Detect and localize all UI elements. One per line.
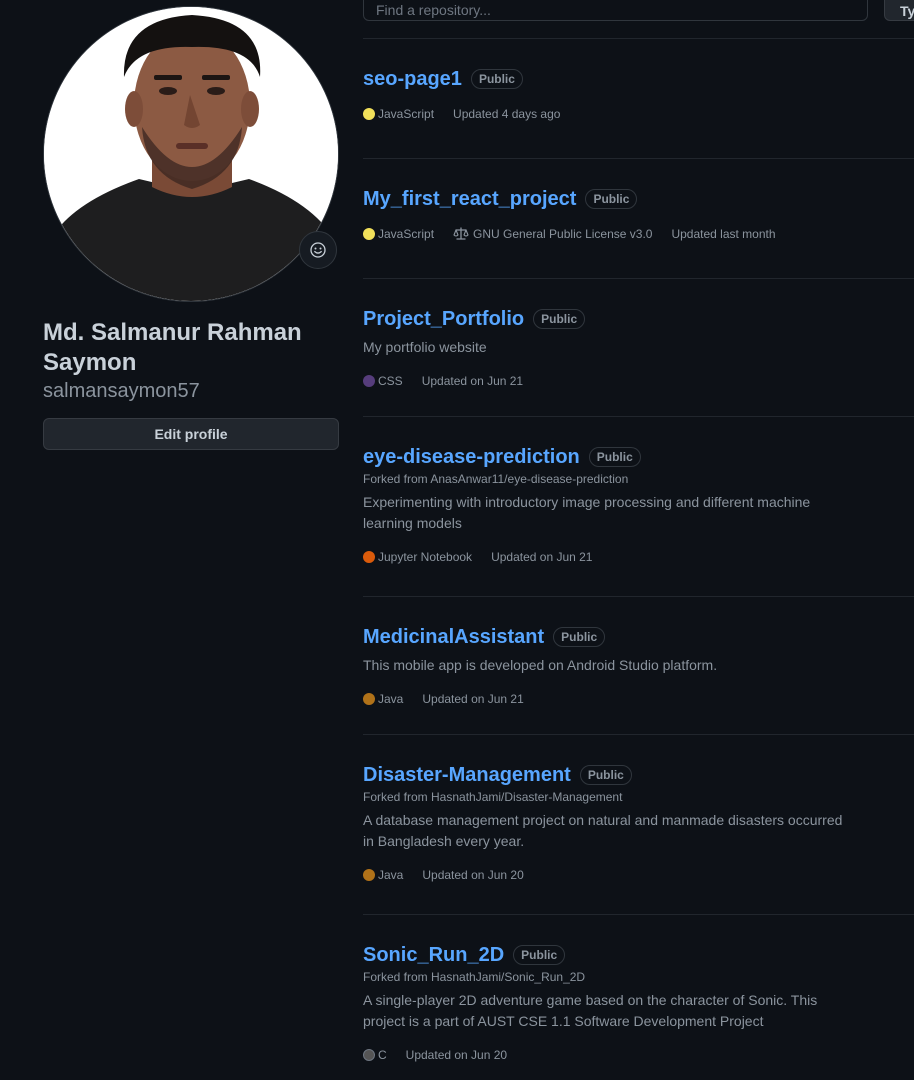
divider [363, 596, 914, 597]
repo-item: Sonic_Run_2D Public Forked from HasnathJ… [363, 943, 914, 1064]
repositories-panel: Ty seo-page1 Public JavaScript Updated 4… [363, 0, 914, 1080]
updated-time: Updated on Jun 21 [421, 374, 524, 388]
language-label: CSS [378, 374, 403, 388]
divider [363, 158, 914, 159]
law-scale-icon [453, 227, 469, 240]
divider [363, 278, 914, 279]
repo-license[interactable]: GNU General Public License v3.0 [453, 226, 652, 242]
forked-from: Forked from AnasAnwar11/eye-disease-pred… [363, 471, 914, 487]
profile-username: salmansaymon57 [43, 380, 200, 402]
updated-time: Updated on Jun 20 [422, 868, 524, 882]
language-color-dot [363, 693, 375, 705]
language-color-dot [363, 228, 375, 240]
repo-description: My portfolio website [363, 339, 487, 355]
repo-description: Experimenting with introductory image pr… [363, 494, 811, 531]
repo-language: Java [363, 868, 403, 882]
language-label: JavaScript [378, 107, 435, 121]
repo-description: A single-player 2D adventure game based … [363, 992, 818, 1029]
visibility-badge: Public [553, 627, 606, 647]
language-label: Java [378, 868, 404, 882]
license-label: GNU General Public License v3.0 [473, 227, 653, 241]
repo-language: JavaScript [363, 227, 434, 241]
find-repository-input[interactable] [363, 0, 868, 21]
repo-item: Disaster-Management Public Forked from H… [363, 763, 914, 884]
repo-language: C [363, 1048, 387, 1062]
repo-name-link[interactable]: Disaster-Management [363, 764, 571, 787]
repo-item: My_first_react_project Public JavaScript… [363, 187, 914, 243]
updated-time: Updated on Jun 20 [405, 1048, 508, 1062]
smiley-icon [310, 242, 326, 258]
repo-item: Project_Portfolio Public My portfolio we… [363, 307, 914, 390]
divider [363, 914, 914, 915]
forked-from-prefix: Forked from [363, 790, 432, 804]
repo-name-link[interactable]: Project_Portfolio [363, 308, 524, 331]
repo-language: Java [363, 692, 403, 706]
language-color-dot [363, 869, 375, 881]
fork-source-link[interactable]: HasnathJami/Disaster-Management [431, 790, 622, 804]
visibility-badge: Public [533, 309, 586, 329]
repo-name-link[interactable]: seo-page1 [363, 68, 462, 91]
language-label: JavaScript [378, 227, 435, 241]
language-label: Java [378, 692, 404, 706]
edit-profile-button[interactable]: Edit profile [43, 418, 339, 450]
repo-language: JavaScript [363, 107, 434, 121]
forked-from-prefix: Forked from [363, 472, 431, 486]
language-color-dot [363, 551, 375, 563]
set-status-button[interactable] [299, 231, 337, 269]
repo-item: MedicinalAssistant Public This mobile ap… [363, 625, 914, 708]
repo-name-link[interactable]: eye-disease-prediction [363, 446, 580, 469]
forked-from-prefix: Forked from [363, 970, 432, 984]
repo-language: CSS [363, 374, 403, 388]
type-filter-button[interactable]: Ty [884, 0, 914, 21]
repo-language: Jupyter Notebook [363, 550, 472, 564]
divider [363, 38, 914, 39]
language-color-dot [363, 108, 375, 120]
avatar-photo [44, 7, 338, 301]
fork-source-link[interactable]: AnasAnwar11/eye-disease-prediction [430, 472, 628, 486]
updated-time: Updated 4 days ago [453, 107, 561, 121]
divider [363, 416, 914, 417]
fork-source-link[interactable]: HasnathJami/Sonic_Run_2D [431, 970, 585, 984]
forked-from: Forked from HasnathJami/Disaster-Managem… [363, 789, 914, 805]
language-color-dot [363, 375, 375, 387]
divider [363, 734, 914, 735]
language-color-dot [363, 1049, 375, 1061]
updated-time: Updated last month [671, 227, 776, 241]
repo-item: eye-disease-prediction Public Forked fro… [363, 445, 914, 566]
language-label: C [378, 1048, 387, 1062]
repo-description: This mobile app is developed on Android … [363, 657, 718, 673]
visibility-badge: Public [585, 189, 638, 209]
repo-name-link[interactable]: My_first_react_project [363, 188, 576, 211]
visibility-badge: Public [513, 945, 566, 965]
repo-description: A database management project on natural… [363, 812, 843, 849]
forked-from: Forked from HasnathJami/Sonic_Run_2D [363, 969, 914, 985]
visibility-badge: Public [579, 765, 632, 785]
avatar[interactable] [43, 6, 339, 302]
repo-item: seo-page1 Public JavaScript Updated 4 da… [363, 67, 914, 123]
profile-full-name: Md. Salmanur Rahman Saymon [43, 319, 302, 376]
profile-page: Md. Salmanur Rahman Saymon salmansaymon5… [0, 0, 914, 1080]
visibility-badge: Public [470, 69, 523, 89]
updated-time: Updated on Jun 21 [491, 550, 593, 564]
repo-name-link[interactable]: Sonic_Run_2D [363, 944, 504, 967]
updated-time: Updated on Jun 21 [422, 692, 524, 706]
visibility-badge: Public [588, 447, 641, 467]
language-label: Jupyter Notebook [378, 550, 473, 564]
repo-name-link[interactable]: MedicinalAssistant [363, 626, 544, 649]
